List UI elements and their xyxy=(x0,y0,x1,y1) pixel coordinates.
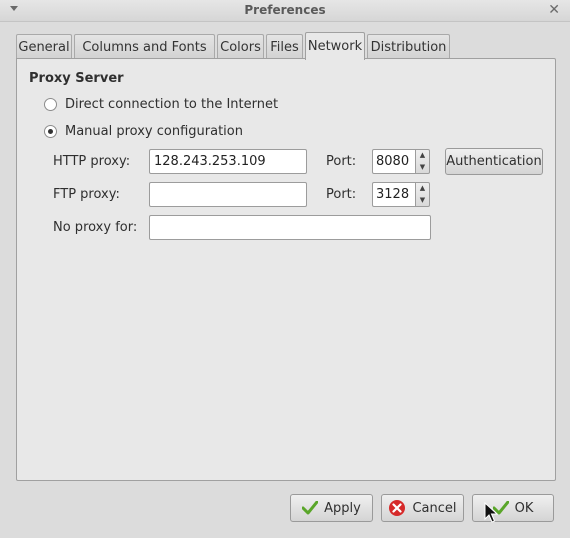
http-proxy-input[interactable] xyxy=(149,149,307,174)
title-bar: Preferences ✕ xyxy=(0,0,570,22)
section-title: Proxy Server xyxy=(29,71,124,86)
window-title: Preferences xyxy=(244,3,326,17)
manual-proxy-label: Manual proxy configuration xyxy=(65,124,243,139)
ftp-port-input[interactable] xyxy=(372,182,416,207)
http-port-label: Port: xyxy=(326,154,357,169)
spin-down-icon[interactable]: ▼ xyxy=(416,195,429,207)
apply-label: Apply xyxy=(324,500,361,516)
http-port-input[interactable] xyxy=(372,149,416,174)
cancel-icon xyxy=(388,499,406,517)
direct-connection-option[interactable]: Direct connection to the Internet xyxy=(44,97,278,112)
tab-general[interactable]: General xyxy=(16,34,72,59)
http-port-arrows[interactable]: ▲ ▼ xyxy=(416,149,430,174)
spin-down-icon[interactable]: ▼ xyxy=(416,162,429,174)
ok-label: OK xyxy=(514,500,534,516)
tab-network[interactable]: Network xyxy=(305,32,365,60)
ftp-port-label: Port: xyxy=(326,187,357,202)
ftp-proxy-label: FTP proxy: xyxy=(53,187,120,202)
cancel-label: Cancel xyxy=(412,500,457,516)
http-proxy-label: HTTP proxy: xyxy=(53,154,131,169)
tab-files[interactable]: Files xyxy=(266,34,303,59)
ftp-port-stepper[interactable]: ▲ ▼ xyxy=(372,182,430,207)
mouse-cursor-icon xyxy=(484,502,498,523)
tab-colors[interactable]: Colors xyxy=(217,34,264,59)
tab-distribution[interactable]: Distribution xyxy=(367,34,450,59)
authentication-button[interactable]: Authentication xyxy=(445,148,543,175)
manual-proxy-radio[interactable] xyxy=(44,125,57,138)
close-icon[interactable]: ✕ xyxy=(548,2,560,18)
direct-connection-radio[interactable] xyxy=(44,98,57,111)
ftp-proxy-input[interactable] xyxy=(149,182,307,207)
apply-button[interactable]: Apply xyxy=(290,494,373,522)
no-proxy-input[interactable] xyxy=(149,215,431,240)
no-proxy-label: No proxy for: xyxy=(53,220,138,235)
http-port-stepper[interactable]: ▲ ▼ xyxy=(372,149,430,174)
spin-up-icon[interactable]: ▲ xyxy=(416,183,429,195)
direct-connection-label: Direct connection to the Internet xyxy=(65,97,279,112)
tab-columns-and-fonts[interactable]: Columns and Fonts xyxy=(74,34,215,59)
spin-up-icon[interactable]: ▲ xyxy=(416,150,429,162)
checkmark-icon xyxy=(302,501,319,515)
ftp-port-arrows[interactable]: ▲ ▼ xyxy=(416,182,430,207)
cancel-button[interactable]: Cancel xyxy=(381,494,464,522)
network-panel: Proxy Server Direct connection to the In… xyxy=(16,58,556,481)
manual-proxy-option[interactable]: Manual proxy configuration xyxy=(44,124,243,139)
